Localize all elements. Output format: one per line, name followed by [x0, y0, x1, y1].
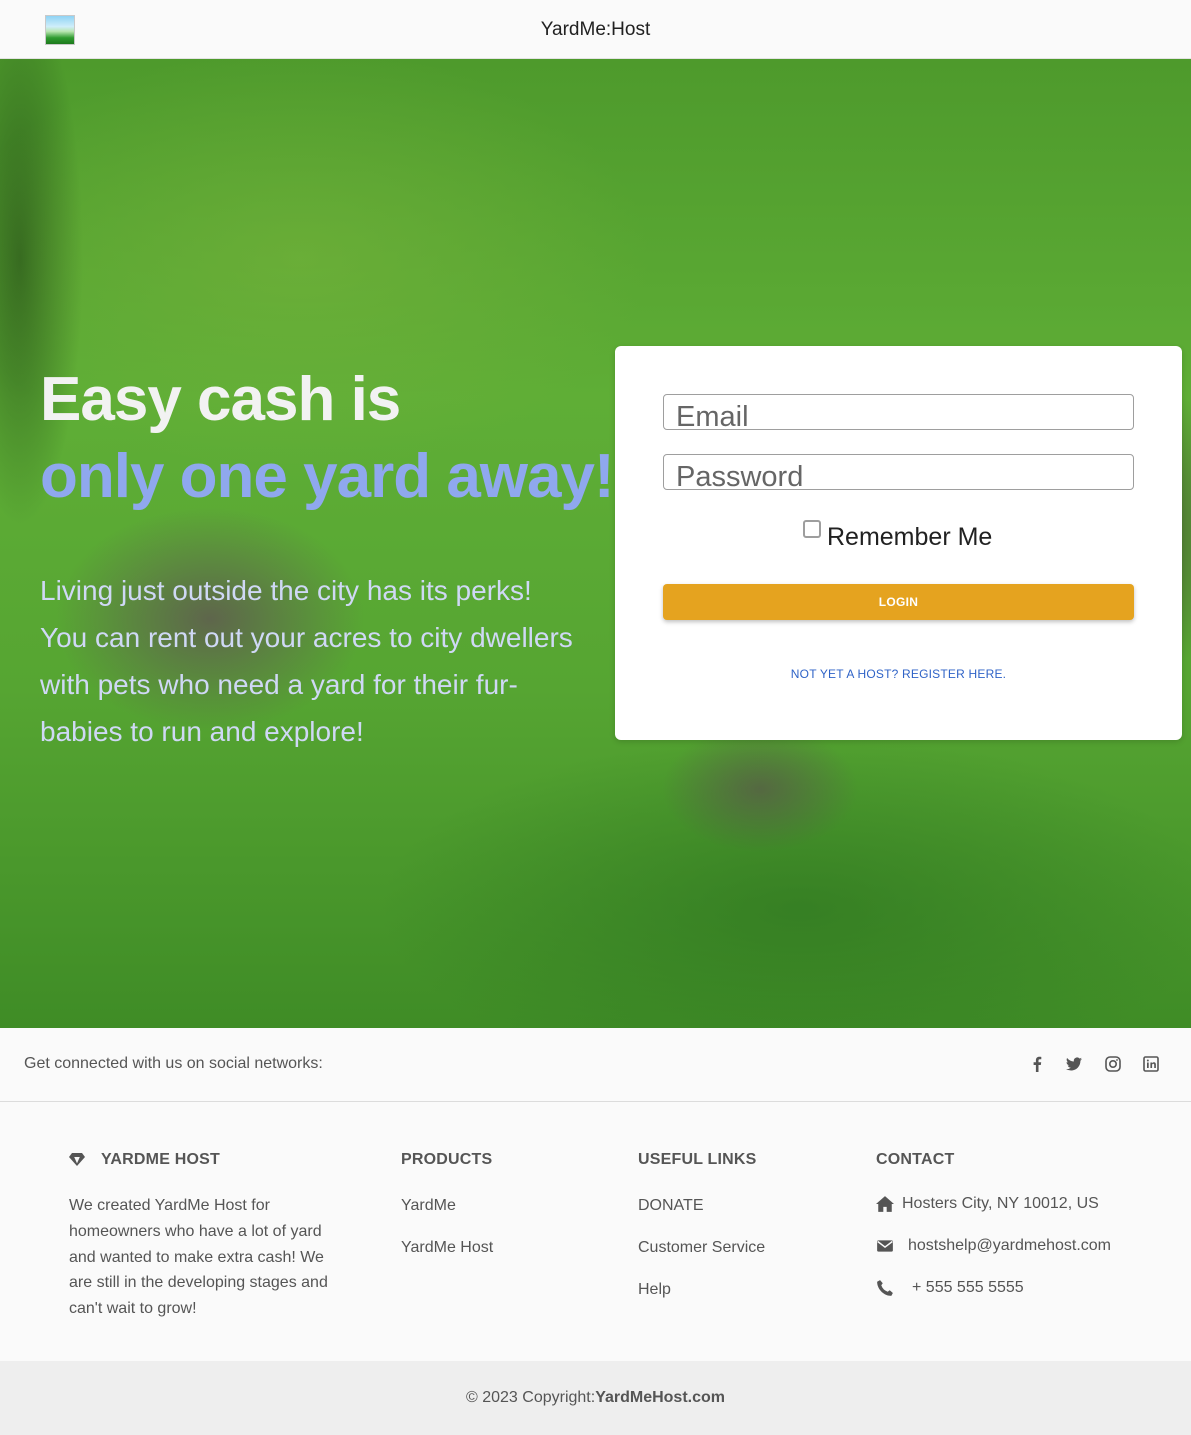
email-text: hostshelp@yardmehost.com	[908, 1237, 1111, 1254]
remember-label: Remember Me	[827, 523, 993, 551]
contact-phone: + 555 555 5555	[876, 1279, 1024, 1297]
about-text: We created YardMe Host for homeowners wh…	[69, 1197, 328, 1318]
twitter-icon[interactable]	[1066, 1056, 1082, 1072]
address-text: Hosters City, NY 10012, US	[902, 1195, 1099, 1212]
envelope-icon	[877, 1240, 893, 1252]
products-title: PRODUCTS	[401, 1151, 493, 1168]
contact-address: Hosters City, NY 10012, US	[876, 1195, 1099, 1213]
customer-service-link[interactable]: Customer Service	[638, 1239, 765, 1257]
about-title: YARDME HOST	[101, 1151, 220, 1168]
contact-title: CONTACT	[876, 1151, 955, 1168]
gem-icon	[69, 1153, 85, 1166]
brand-title[interactable]: YardMe:Host	[0, 19, 1191, 41]
linkedin-icon[interactable]	[1143, 1056, 1159, 1072]
facebook-icon[interactable]	[1029, 1056, 1045, 1072]
social-text: Get connected with us on social networks…	[24, 1055, 323, 1072]
hero-section: Easy cash is only one yard away! Living …	[0, 59, 1191, 1028]
remember-checkbox[interactable]	[803, 520, 821, 538]
product-link-yardme[interactable]: YardMe	[401, 1197, 456, 1215]
phone-icon	[877, 1280, 893, 1296]
remember-me[interactable]: Remember Me	[803, 518, 992, 554]
copyright-site-link[interactable]: YardMeHost.com	[595, 1389, 725, 1406]
social-bar: Get connected with us on social networks…	[0, 1028, 1191, 1102]
hero-description: Living just outside the city has its per…	[40, 575, 573, 747]
login-button[interactable]: LOGIN	[663, 584, 1134, 620]
contact-email: hostshelp@yardmehost.com	[876, 1237, 1111, 1255]
copyright-prefix: © 2023 Copyright:	[465, 1389, 596, 1406]
phone-text: + 555 555 5555	[912, 1279, 1024, 1296]
login-card: Remember Me LOGIN NOT YET A HOST? REGIST…	[615, 346, 1182, 740]
instagram-icon[interactable]	[1105, 1056, 1121, 1072]
help-link[interactable]: Help	[638, 1281, 671, 1299]
email-field[interactable]	[663, 394, 1134, 430]
hero-title-line2: only one yard away!	[40, 442, 615, 511]
home-icon	[876, 1196, 894, 1212]
useful-links-title: USEFUL LINKS	[638, 1151, 757, 1168]
hero-title-line1: Easy cash is	[40, 365, 401, 434]
register-link[interactable]: NOT YET A HOST? REGISTER HERE.	[663, 667, 1134, 681]
product-link-yardme-host[interactable]: YardMe Host	[401, 1239, 493, 1257]
copyright-bar: © 2023 Copyright:YardMeHost.com	[0, 1361, 1191, 1435]
password-field[interactable]	[663, 454, 1134, 490]
top-navbar: YardMe:Host	[0, 0, 1191, 59]
donate-link[interactable]: DONATE	[638, 1197, 703, 1215]
